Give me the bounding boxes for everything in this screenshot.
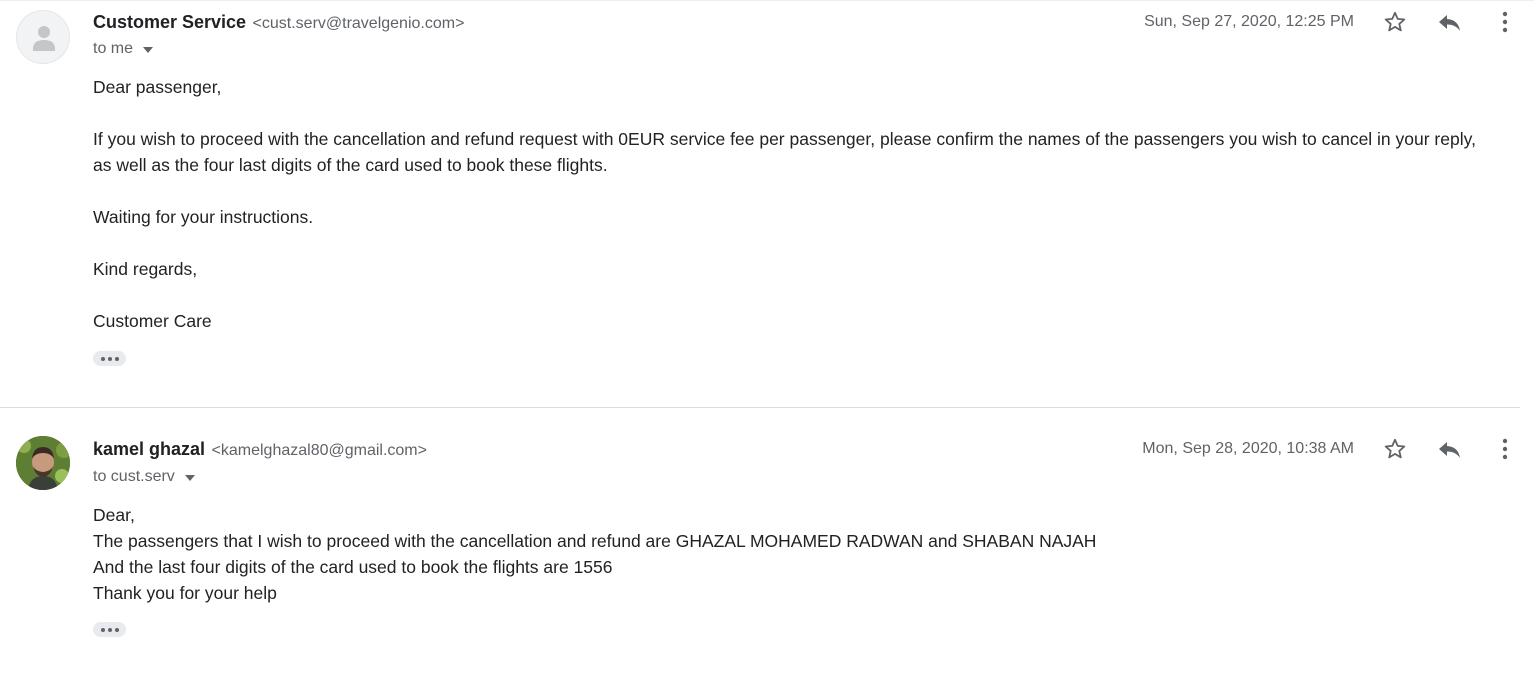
body-paragraph: as well as the four last digits of the c… — [93, 155, 608, 175]
message-body: Dear passenger, If you wish to proceed w… — [93, 74, 1514, 334]
show-trimmed-content-button[interactable] — [93, 351, 126, 366]
sender-avatar[interactable] — [16, 436, 70, 490]
message-date: Sun, Sep 27, 2020, 12:25 PM — [1144, 13, 1354, 30]
sender-name[interactable]: kamel ghazal — [93, 439, 205, 459]
body-paragraph: If you wish to proceed with the cancella… — [93, 129, 1476, 149]
body-paragraph: Waiting for your instructions. — [93, 207, 314, 227]
body-line: Thank you for your help — [93, 583, 277, 603]
sender-line: kamel ghazal <kamelghazal80@gmail.com> — [93, 439, 427, 460]
caret-down-icon[interactable] — [143, 40, 154, 58]
show-trimmed-content-button[interactable] — [93, 622, 126, 637]
body-signature: Customer Care — [93, 311, 212, 331]
body-line: The passengers that I wish to proceed wi… — [93, 531, 1097, 551]
email-message-1: Customer Service <cust.serv@travelgenio.… — [0, 0, 1534, 408]
sender-name[interactable]: Customer Service — [93, 12, 246, 32]
message-date: Mon, Sep 28, 2020, 10:38 AM — [1142, 440, 1354, 457]
sender-email: <kamelghazal80@gmail.com> — [211, 442, 427, 459]
sender-avatar[interactable] — [16, 10, 70, 64]
body-line: And the last four digits of the card use… — [93, 557, 613, 577]
recipient-label: to me — [93, 40, 134, 58]
reply-icon[interactable] — [1436, 435, 1464, 463]
star-icon[interactable] — [1381, 8, 1409, 36]
body-paragraph: Kind regards, — [93, 259, 198, 279]
profile-photo — [16, 436, 70, 490]
recipient-line[interactable]: to me — [93, 40, 154, 58]
more-vert-icon[interactable] — [1491, 8, 1519, 36]
recipient-label: to cust.serv — [93, 468, 175, 486]
person-icon — [33, 26, 55, 51]
star-icon[interactable] — [1381, 435, 1409, 463]
email-message-2: kamel ghazal <kamelghazal80@gmail.com> t… — [0, 409, 1534, 679]
body-greeting: Dear passenger, — [93, 77, 222, 97]
sender-line: Customer Service <cust.serv@travelgenio.… — [93, 12, 464, 33]
recipient-line[interactable]: to cust.serv — [93, 468, 196, 486]
more-vert-icon[interactable] — [1491, 435, 1519, 463]
caret-down-icon[interactable] — [185, 468, 196, 486]
body-line: Dear, — [93, 505, 135, 525]
sender-email: <cust.serv@travelgenio.com> — [252, 15, 465, 32]
reply-icon[interactable] — [1436, 8, 1464, 36]
message-divider — [0, 407, 1520, 408]
message-body: Dear, The passengers that I wish to proc… — [93, 502, 1514, 606]
